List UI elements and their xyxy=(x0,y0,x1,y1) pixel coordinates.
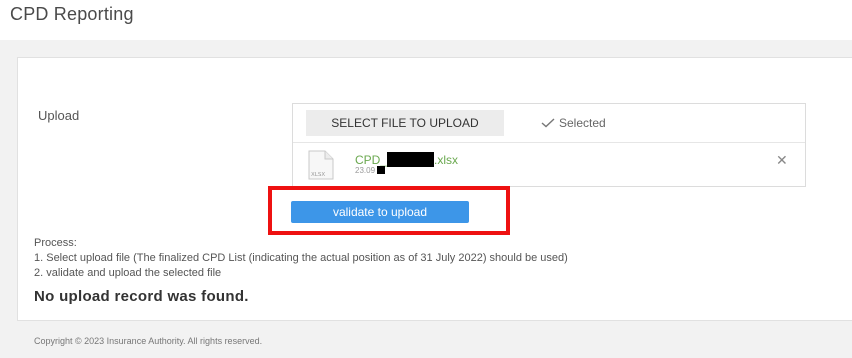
file-type-label: XLSX xyxy=(311,172,325,178)
file-meta: 23.09 xyxy=(355,166,386,175)
process-step-1: 1. Select upload file (The finalized CPD… xyxy=(34,252,568,264)
page-title: CPD Reporting xyxy=(10,4,134,24)
process-step-2: 2. validate and upload the selected file xyxy=(34,267,222,279)
file-name: CPD_ .xlsx xyxy=(355,152,458,167)
process-instructions: Process: 1. Select upload file (The fina… xyxy=(34,236,568,281)
footer-copyright: Copyright © 2023 Insurance Authority. Al… xyxy=(34,336,263,346)
divider xyxy=(293,142,805,143)
upload-label: Upload xyxy=(38,108,80,123)
file-meta-text: 23.09 xyxy=(355,166,376,175)
validate-upload-button[interactable]: validate to upload xyxy=(291,201,469,223)
check-icon xyxy=(541,118,555,128)
redaction-mask-small xyxy=(377,166,386,174)
close-icon[interactable]: ✕ xyxy=(776,152,788,169)
file-icon: XLSX xyxy=(308,150,334,180)
file-name-suffix: .xlsx xyxy=(434,153,459,167)
file-name-prefix: CPD_ xyxy=(355,153,388,167)
no-record-message: No upload record was found. xyxy=(34,288,249,305)
select-file-button[interactable]: SELECT FILE TO UPLOAD xyxy=(306,110,504,136)
redaction-mask xyxy=(387,152,435,167)
selected-label: Selected xyxy=(559,116,606,130)
selected-status: Selected xyxy=(541,116,606,130)
process-heading: Process: xyxy=(34,237,77,249)
